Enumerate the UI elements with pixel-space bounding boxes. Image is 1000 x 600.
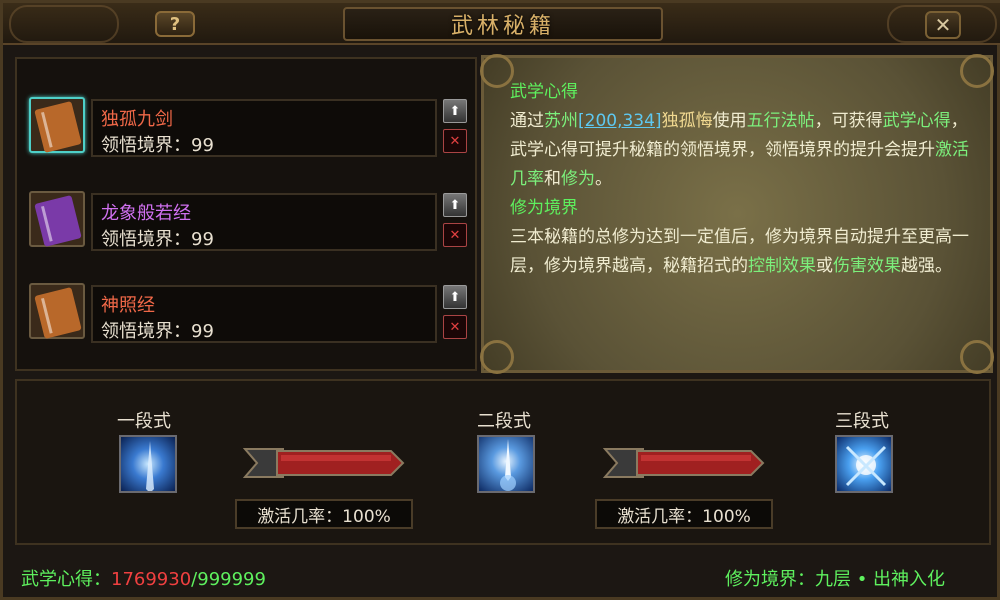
remove-button[interactable]: ✕ — [443, 129, 467, 153]
experience-display: 武学心得：1769930/999999 — [21, 565, 266, 591]
left-ornament — [9, 5, 119, 43]
place-link[interactable]: 苏州 — [544, 111, 578, 131]
close-button[interactable]: ✕ — [925, 11, 961, 39]
item-name: 五行法帖 — [746, 111, 815, 131]
book-icon[interactable] — [29, 191, 85, 247]
heading-realm: 修为境界 — [510, 198, 578, 218]
book-list-panel: 独孤九剑 领悟境界：99 ⬆ ✕ 龙象般若经 领悟境界：99 ⬆ ✕ 神照经 领 — [15, 57, 477, 371]
window-title: 武林秘籍 — [450, 14, 555, 39]
activation-rate-1: 激活几率：100% — [235, 499, 413, 529]
corner-ornament — [480, 340, 514, 374]
corner-ornament — [960, 340, 994, 374]
stage-label-1: 一段式 — [117, 411, 171, 432]
book-info: 神照经 领悟境界：99 — [91, 285, 437, 343]
book-item-dugu[interactable]: 独孤九剑 领悟境界：99 ⬆ ✕ — [29, 91, 469, 157]
remove-button[interactable]: ✕ — [443, 223, 467, 247]
experience-label: 武学心得： — [21, 569, 111, 590]
move-up-button[interactable]: ⬆ — [443, 193, 467, 217]
book-name: 独孤九剑 — [101, 109, 173, 130]
experience-current: 1769930 — [111, 569, 192, 590]
move-up-button[interactable]: ⬆ — [443, 285, 467, 309]
stage-2-skill-icon[interactable] — [477, 435, 535, 493]
progress-arrow-1 — [243, 448, 405, 478]
experience-max: /999999 — [191, 569, 266, 590]
book-info: 独孤九剑 领悟境界：99 — [91, 99, 437, 157]
remove-button[interactable]: ✕ — [443, 315, 467, 339]
stage-panel: 一段式 二段式 三段式 激活几率：100% 激活几率：100% — [15, 379, 991, 545]
martial-arts-window: ? 武林秘籍 ✕ 独孤九剑 领悟境界：99 ⬆ ✕ 龙象般若经 领悟境界：99 — [0, 0, 1000, 600]
book-item-shenzhao[interactable]: 神照经 领悟境界：99 ⬆ ✕ — [29, 277, 469, 343]
title-plaque: 武林秘籍 — [343, 7, 663, 41]
help-button[interactable]: ? — [155, 11, 195, 37]
description-text: 武学心得 通过苏州[200,334]独孤悔使用五行法帖，可获得武学心得，武学心得… — [510, 78, 972, 281]
book-level: 领悟境界：99 — [101, 321, 214, 342]
book-cover-icon — [34, 195, 82, 247]
book-name: 龙象般若经 — [101, 203, 191, 224]
book-name: 神照经 — [101, 295, 155, 316]
paragraph-experience: 通过苏州[200,334]独孤悔使用五行法帖，可获得武学心得，武学心得可提升秘籍… — [510, 111, 969, 189]
book-item-longxiang[interactable]: 龙象般若经 领悟境界：99 ⬆ ✕ — [29, 185, 469, 251]
book-info: 龙象般若经 领悟境界：99 — [91, 193, 437, 251]
coordinate-link[interactable]: [200,334] — [578, 111, 662, 131]
stage-label-2: 二段式 — [477, 411, 531, 432]
book-icon[interactable] — [29, 97, 85, 153]
progress-arrow-2 — [603, 448, 765, 478]
stage-label-3: 三段式 — [835, 411, 889, 432]
book-icon[interactable] — [29, 283, 85, 339]
heading-experience: 武学心得 — [510, 82, 578, 102]
book-level: 领悟境界：99 — [101, 135, 214, 156]
activation-rate-2: 激活几率：100% — [595, 499, 773, 529]
stage-1-skill-icon[interactable] — [119, 435, 177, 493]
book-cover-icon — [34, 287, 82, 339]
title-bar: ? 武林秘籍 ✕ — [3, 3, 1000, 45]
book-cover-icon — [34, 101, 82, 153]
npc-name: 独孤悔 — [661, 111, 713, 131]
corner-ornament — [480, 54, 514, 88]
description-panel: 武学心得 通过苏州[200,334]独孤悔使用五行法帖，可获得武学心得，武学心得… — [480, 54, 994, 374]
realm-display: 修为境界：九层 • 出神入化 — [725, 569, 946, 590]
move-up-button[interactable]: ⬆ — [443, 99, 467, 123]
paragraph-realm: 三本秘籍的总修为达到一定值后，修为境界自动提升至更高一层，修为境界越高，秘籍招式… — [510, 227, 969, 276]
book-level: 领悟境界：99 — [101, 229, 214, 250]
stage-3-skill-icon[interactable] — [835, 435, 893, 493]
